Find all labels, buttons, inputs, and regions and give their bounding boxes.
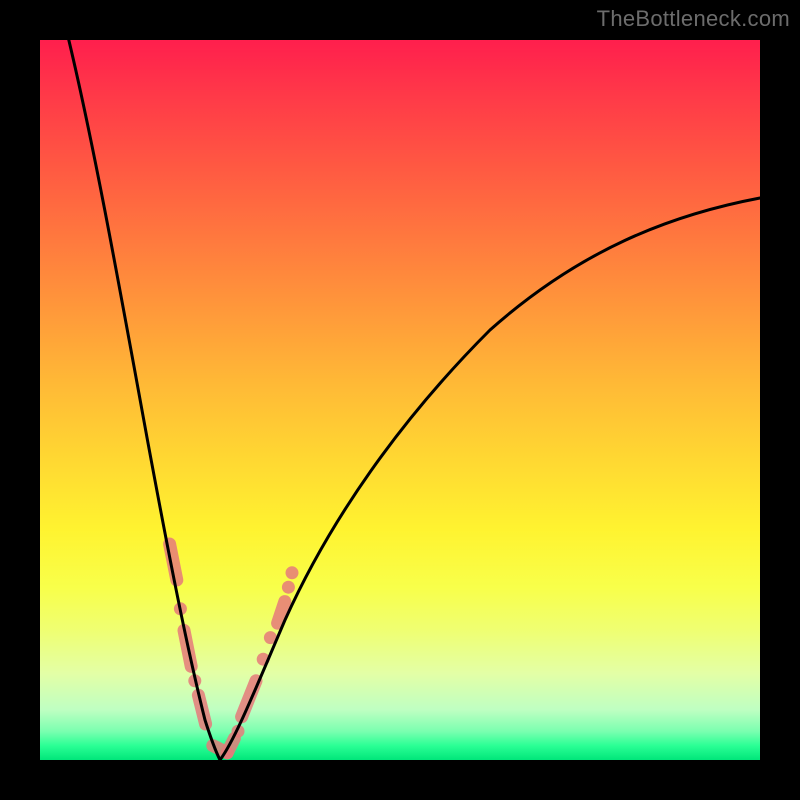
right-branch [220,198,760,760]
chart-frame: TheBottleneck.com [0,0,800,800]
watermark-text: TheBottleneck.com [597,6,790,32]
left-branch [69,40,220,760]
plot-area [40,40,760,760]
curve-layer [40,40,760,760]
